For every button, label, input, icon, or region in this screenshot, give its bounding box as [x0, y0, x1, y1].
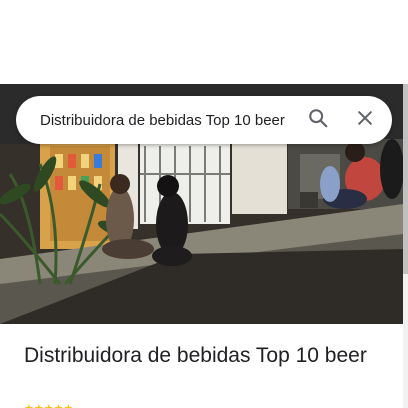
search-icon	[307, 107, 329, 134]
rating-stars: ★★★★★	[24, 402, 73, 408]
search-button[interactable]	[302, 104, 334, 136]
search-input[interactable]: Distribuidora de bebidas Top 10 beer	[40, 110, 290, 132]
scrollbar[interactable]	[403, 84, 408, 408]
search-bar[interactable]: Distribuidora de bebidas Top 10 beer	[16, 96, 392, 144]
place-title: Distribuidora de bebidas Top 10 beer	[24, 344, 367, 367]
stars-icon: ★★★★★	[24, 402, 73, 408]
scrollbar-thumb[interactable]	[403, 84, 408, 274]
close-icon	[355, 108, 375, 133]
close-button[interactable]	[349, 104, 381, 136]
